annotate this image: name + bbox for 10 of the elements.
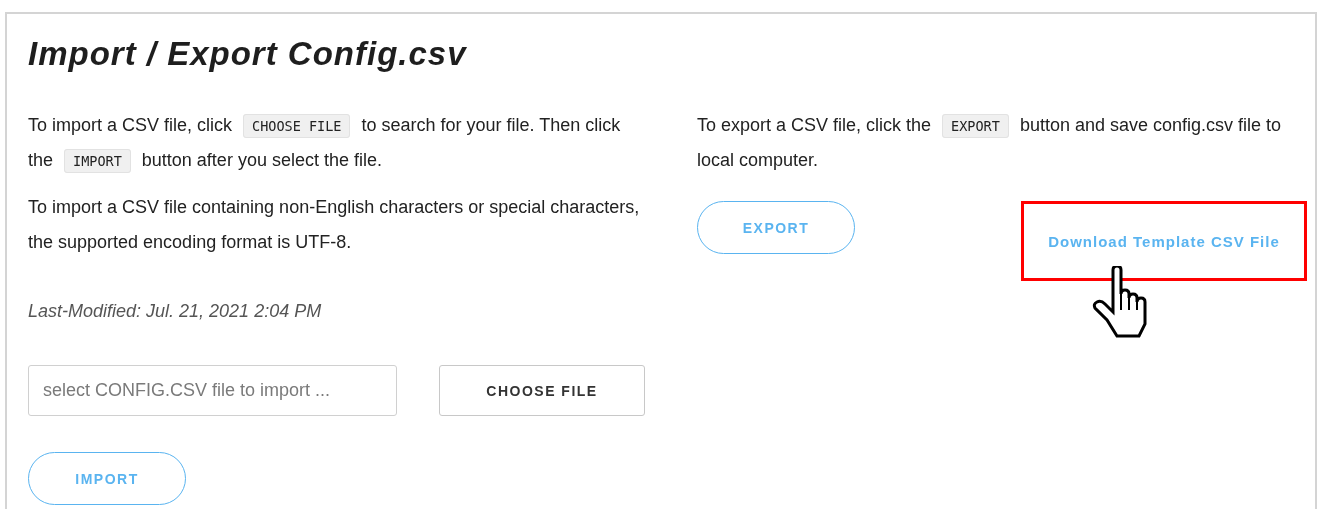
- instruction-text: To export a CSV file, click the EXPORT button and save config.csv file to local computer.: [697, 113, 1283, 172]
- last-modified-text: Last-Modified: Jul. 21, 2021 2:04 PM: [28, 300, 323, 323]
- choose-file-button[interactable]: CHOOSE FILE: [439, 365, 645, 416]
- download-template-link[interactable]: Download Template CSV File: [1048, 232, 1280, 250]
- page-title: Import / Export Config.csv: [28, 34, 468, 74]
- instruction-text: To import a CSV file containing non-English characters or special characters, the supported encoding format is UTF-8.: [28, 196, 641, 254]
- export-button[interactable]: EXPORT: [697, 201, 855, 254]
- import-button[interactable]: IMPORT: [28, 452, 186, 505]
- file-path-field[interactable]: select CONFIG.CSV file to import ...: [28, 365, 397, 416]
- instruction-text: To import a CSV file, click CHOOSE FILE to search for your file. Then click the IMPORT button after you select the file.: [28, 108, 648, 178]
